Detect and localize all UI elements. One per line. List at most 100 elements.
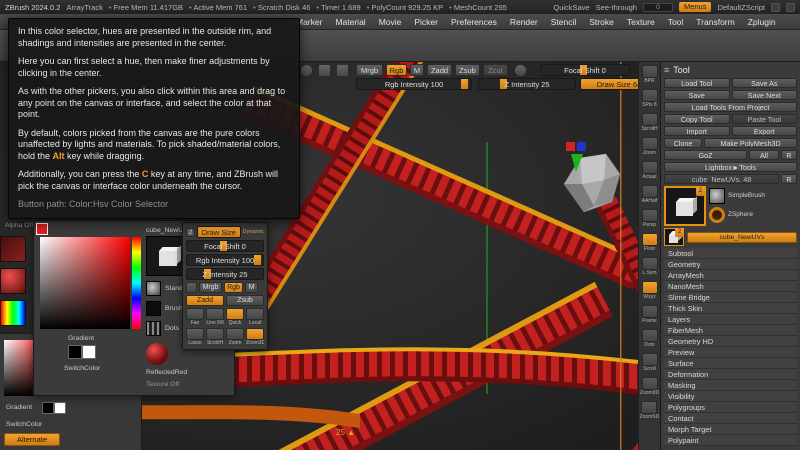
recent-tool-thumbnail[interactable]: 2 [664,228,684,246]
draw-option-button[interactable]: ScrollH [206,328,224,346]
shelf-button[interactable]: BPR [642,65,658,85]
draw-size-slider[interactable]: Draw Size 64 [197,226,241,238]
switch-color-label[interactable]: SwitchColor [6,421,42,428]
active-tool-thumbnail[interactable]: 2 [664,186,706,226]
shelf-button[interactable]: Actual [642,161,658,181]
gradient-swatch-light[interactable] [82,345,96,359]
gradient-swatch-light[interactable] [54,402,66,414]
simplebrush-icon[interactable] [709,188,725,204]
mrgb-button[interactable]: Mrgb [356,64,383,76]
rgb-button[interactable]: Rgb [386,64,407,76]
shelf-button[interactable]: Floor [642,233,658,253]
quicksave-button[interactable]: QuickSave [553,3,589,12]
shelf-button[interactable]: L.Sym [642,257,658,277]
save-next-button[interactable]: Save Next [732,90,798,100]
clone-button[interactable]: Clone [664,138,702,148]
tool-section-header[interactable]: NanoMesh [664,281,797,292]
load-tool-button[interactable]: Load Tool [664,78,730,88]
zscript-button[interactable]: DefaultZScript [717,3,765,12]
save-button[interactable]: Save [664,90,730,100]
shelf-button[interactable]: Zoom [642,137,658,157]
gradient-swatch-dark[interactable] [68,345,82,359]
material-thumb[interactable] [0,268,26,294]
draw-option-button[interactable]: Zoom3D [246,328,264,346]
draw-option-button[interactable]: Lasso [186,328,204,346]
rgb-button[interactable]: Rgb [224,282,243,293]
tool-section-header[interactable]: Surface [664,358,797,369]
gradient-swatch-dark[interactable] [42,402,54,414]
tool-section-header[interactable]: Layers [664,314,797,325]
make-polymesh3d-button[interactable]: Make PolyMesh3D [704,138,797,148]
shelf-button[interactable]: Wxyz [642,281,658,301]
goz-all-button[interactable]: All [749,150,779,160]
rgb-intensity-slider[interactable]: Rgb Intensity 100 [356,78,472,90]
current-tool-r-button[interactable]: R [781,174,797,184]
copy-tool-button[interactable]: Copy Tool [664,114,730,124]
window-icon[interactable] [771,3,780,12]
menus-button[interactable]: Menus [679,2,712,12]
saturation-square[interactable] [40,237,130,329]
gradient-thumb[interactable] [0,300,26,326]
tool-section-header[interactable]: Masking [664,380,797,391]
draw-option-button[interactable]: Fan [186,308,204,326]
alternate-button[interactable]: Alternate [4,433,60,446]
menu-item[interactable]: Stencil [551,17,577,27]
shelf-button[interactable]: Zoom3D [640,377,659,397]
tool-section-header[interactable]: Subtool [664,248,797,259]
tool-section-header[interactable]: Visibility [664,391,797,402]
hamburger-icon[interactable]: ≡ [664,65,669,75]
draw-option-button[interactable]: Zoom [226,328,244,346]
draw-option-button[interactable]: Line Fill [206,308,224,326]
shelf-button[interactable]: ZoomSD [640,401,660,421]
menu-item[interactable]: Zplugin [748,17,776,27]
stroke-icon[interactable] [146,321,161,336]
m-button[interactable]: M [245,282,258,293]
see-through-slider[interactable]: 0 [643,3,673,12]
menu-item[interactable]: Texture [627,17,655,27]
menu-item[interactable]: Movie [379,17,402,27]
paste-tool-button[interactable]: Paste Tool [732,114,798,124]
menu-item[interactable]: Transform [696,17,734,27]
active-tool-name-button[interactable]: cube_NewUVs [687,232,797,243]
menu-item[interactable]: Preferences [451,17,497,27]
stroke-picker-icon[interactable] [318,64,331,77]
current-color-swatch[interactable] [36,223,48,235]
z-intensity-slider[interactable]: Z Intensity 25 [478,78,576,90]
slider-handle[interactable] [461,79,468,89]
zsub-button[interactable]: Zsub [226,295,264,306]
shelf-button[interactable]: SPix 8 [642,89,658,109]
tool-section-header[interactable]: Polygroups [664,402,797,413]
load-tools-from-project-button[interactable]: Load Tools From Project [664,102,797,112]
focal-shift-slider[interactable]: Focal Shift 0 [540,64,630,76]
shelf-button[interactable]: Persp [642,209,658,229]
tool-section-header[interactable]: Morph Target [664,424,797,435]
shelf-button[interactable]: AAHalf [642,185,658,205]
tool-section-header[interactable]: ArrayMesh [664,270,797,281]
goz-button[interactable]: GoZ [664,150,747,160]
tool-section-header[interactable]: Geometry HD [664,336,797,347]
menu-item[interactable]: Material [335,17,365,27]
texture-thumb[interactable] [0,236,26,262]
menu-item[interactable]: Render [510,17,538,27]
draw-option-button[interactable]: Local [246,308,264,326]
import-button[interactable]: Import [664,126,730,136]
rgb-intensity-slider[interactable]: Rgb Intensity 100 [186,254,264,266]
alpha-icon[interactable] [146,301,161,316]
m-button[interactable]: M [410,64,424,76]
shelf-button[interactable]: ScrollH [641,113,657,133]
shelf-button[interactable]: Dots [642,329,658,349]
menu-item[interactable]: Picker [414,17,438,27]
tool-section-header[interactable]: Preview [664,347,797,358]
draw-option-button[interactable]: Quick [226,308,244,326]
window-icon[interactable] [786,3,795,12]
tool-section-header[interactable]: Deformation [664,369,797,380]
shelf-button[interactable]: Scroll [642,353,658,373]
tool-section-header[interactable]: Contact [664,413,797,424]
alpha-picker-icon[interactable] [336,64,349,77]
lightbox-tools-button[interactable]: Lightbox►Tools [664,162,797,172]
zadd-button[interactable]: Zadd [186,295,224,306]
save-as-button[interactable]: Save As [732,78,798,88]
export-button[interactable]: Export [732,126,798,136]
material-name-label[interactable]: ReflectedRed [146,369,187,376]
zcut-button[interactable]: Zcut [483,64,508,76]
